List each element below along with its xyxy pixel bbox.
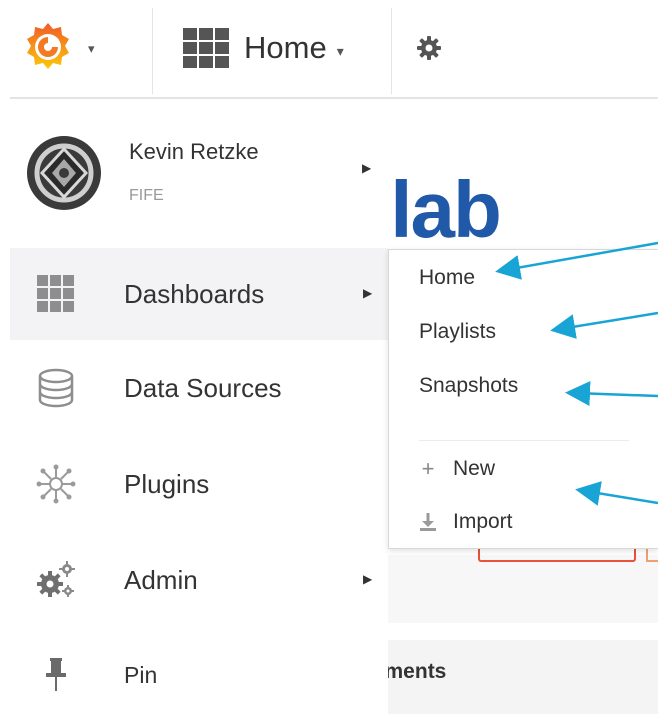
submenu-item-import[interactable]: Import	[419, 510, 513, 534]
dashboard-picker-button[interactable]: Home ▾	[182, 22, 344, 74]
chevron-right-icon: ▶	[363, 572, 373, 586]
sidemenu-item-label: Pin	[124, 662, 158, 688]
submenu-item-label: Import	[453, 510, 513, 533]
import-icon	[420, 513, 436, 531]
sidemenu-item-dashboards[interactable]: Dashboards ▶	[10, 248, 388, 340]
sidemenu-item-pin[interactable]: Pin	[10, 628, 388, 714]
background-brand-logo: ilab	[370, 165, 502, 254]
submenu-item-playlists[interactable]: Playlists	[419, 320, 496, 344]
grafana-logo-icon	[27, 23, 69, 69]
submenu-item-new[interactable]: + New	[419, 456, 495, 482]
submenu-item-label: Snapshots	[419, 374, 519, 397]
submenu-item-home[interactable]: Home	[419, 266, 475, 290]
background-button-outline	[478, 548, 636, 562]
navbar-separator	[391, 8, 392, 94]
dashboards-submenu: Home Playlists Snapshots + New Import	[388, 249, 658, 549]
user-profile-menu[interactable]: Kevin Retzke FIFE ▶	[0, 127, 388, 227]
background-panel	[388, 555, 658, 623]
grafana-logo-menu-button[interactable]: ▾	[22, 18, 142, 80]
plugins-icon	[36, 464, 76, 504]
top-navbar: ▾ Home ▾	[0, 0, 658, 97]
pin-icon	[46, 658, 66, 691]
chevron-down-icon: ▾	[336, 42, 344, 59]
cogs-icon	[37, 561, 75, 597]
submenu-item-snapshots[interactable]: Snapshots	[419, 374, 518, 398]
navbar-separator	[152, 8, 153, 94]
chevron-right-icon: ▶	[362, 161, 372, 175]
sidemenu-item-label: Admin	[124, 565, 198, 595]
submenu-item-label: Playlists	[419, 320, 497, 343]
logo-caret-icon: ▾	[88, 41, 95, 56]
settings-button[interactable]	[416, 35, 442, 61]
sidemenu-item-label: Plugins	[124, 469, 210, 499]
profile-org: FIFE	[129, 187, 164, 204]
plus-icon: +	[421, 456, 435, 481]
submenu-item-label: New	[453, 457, 496, 480]
gear-icon	[417, 36, 441, 60]
submenu-item-label: Home	[419, 266, 476, 289]
avatar	[27, 136, 101, 210]
sidemenu-item-label: Dashboards	[124, 279, 265, 309]
dashboards-grid-icon	[183, 28, 229, 68]
sidemenu-item-data-sources[interactable]: Data Sources	[10, 342, 388, 434]
sidemenu-item-plugins[interactable]: Plugins	[10, 438, 388, 530]
dashboards-grid-icon	[37, 275, 74, 312]
sidemenu-item-label: Data Sources	[124, 373, 282, 403]
background-button-outline-2	[646, 548, 658, 562]
chevron-right-icon: ▶	[363, 286, 373, 300]
dashboard-picker-label: Home	[244, 30, 327, 65]
submenu-divider	[419, 440, 629, 441]
profile-name: Kevin Retzke	[129, 139, 259, 164]
database-icon	[38, 368, 74, 408]
sidemenu-item-admin[interactable]: Admin ▶	[10, 534, 388, 626]
